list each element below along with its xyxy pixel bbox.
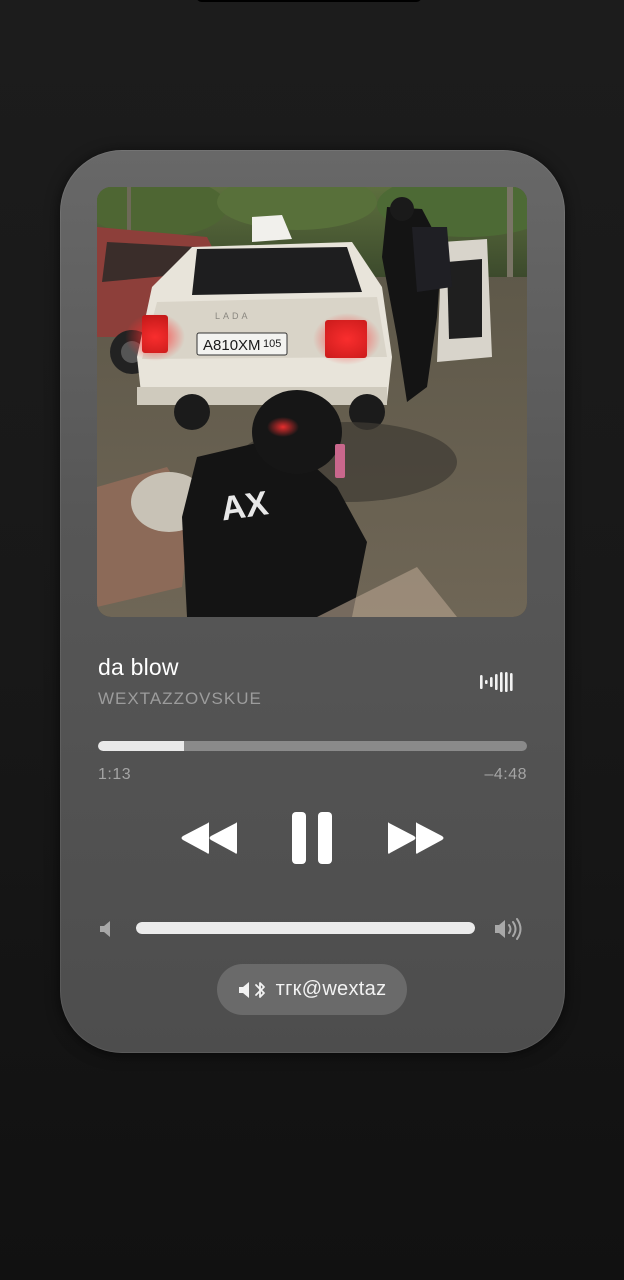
volume-low-icon bbox=[98, 919, 116, 939]
audio-output-label: тгк@wextaz bbox=[275, 978, 387, 1000]
device-notch bbox=[196, 0, 422, 2]
license-plate-number: A810XM bbox=[203, 337, 261, 354]
playback-progress-fill bbox=[98, 741, 184, 751]
track-title: da blow bbox=[98, 654, 179, 680]
pause-icon bbox=[292, 812, 332, 864]
rewind-button[interactable] bbox=[178, 819, 242, 857]
playback-scrubber[interactable] bbox=[98, 741, 527, 751]
track-artist[interactable]: WEXTAZZOVSKUE bbox=[98, 689, 262, 709]
car-brand-text: LADA bbox=[215, 311, 251, 321]
hoodie-print-text: AX bbox=[218, 484, 270, 528]
speaker-bluetooth-icon bbox=[238, 981, 265, 998]
remaining-time: –4:48 bbox=[484, 766, 527, 783]
volume-level-fill bbox=[136, 922, 475, 934]
audio-waveform-icon[interactable] bbox=[478, 668, 514, 696]
pause-button[interactable] bbox=[289, 810, 335, 866]
album-artwork[interactable]: LADA A810XM 105 AX bbox=[97, 187, 527, 617]
rewind-icon bbox=[181, 822, 237, 854]
fast-forward-icon bbox=[388, 822, 444, 854]
license-plate-region: 105 bbox=[263, 338, 281, 350]
now-playing-card: LADA A810XM 105 AX da blow WEXTAZZOVSKUE bbox=[60, 150, 565, 1053]
elapsed-time: 1:13 bbox=[98, 766, 132, 783]
volume-high-icon bbox=[493, 917, 527, 941]
volume-slider[interactable] bbox=[136, 922, 475, 934]
audio-output-button[interactable]: тгк@wextaz bbox=[217, 964, 407, 1015]
fast-forward-button[interactable] bbox=[383, 819, 447, 857]
